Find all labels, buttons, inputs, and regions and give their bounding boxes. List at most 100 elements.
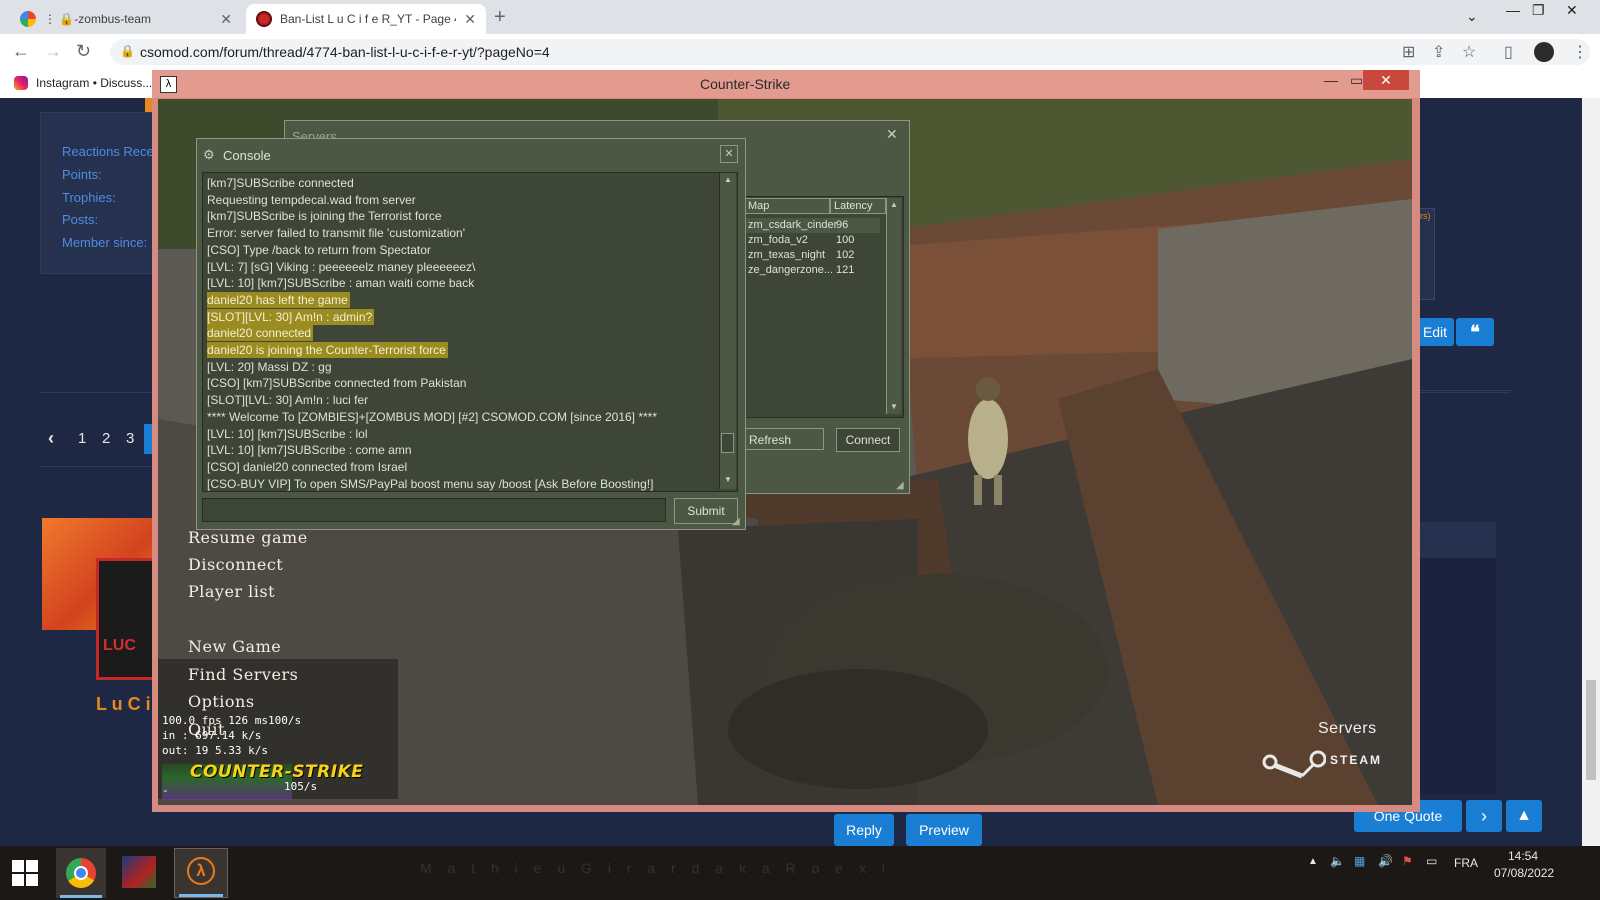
- scrollbar-thumb[interactable]: [1586, 680, 1596, 780]
- server-latency[interactable]: 100: [836, 234, 854, 246]
- server-list-scrollbar[interactable]: ▲ ▼: [886, 198, 901, 414]
- cs-maximize-icon[interactable]: ▭: [1350, 72, 1363, 89]
- scroll-up-icon[interactable]: ▲: [724, 175, 732, 184]
- edit-button[interactable]: Edit: [1416, 318, 1454, 346]
- console-line: **** Welcome To [ZOMBIES]+[ZOMBUS MOD] […: [207, 409, 658, 424]
- refresh-button[interactable]: Refresh: [742, 428, 824, 450]
- cs-close-icon[interactable]: ✕: [1363, 70, 1409, 90]
- menu-find-servers[interactable]: Find Servers: [188, 665, 298, 684]
- scroll-up-icon[interactable]: ▲: [890, 200, 898, 209]
- console-line: [CSO] [km7]SUBScribe connected from Paki…: [207, 376, 467, 391]
- col-latency-header[interactable]: Latency: [830, 198, 886, 214]
- server-map[interactable]: ze_dangerzone...: [748, 264, 833, 276]
- tab-title: Ban-List L u C i f e R_YT - Page 4: [280, 12, 457, 26]
- translate-icon[interactable]: ⊞: [1402, 42, 1415, 62]
- share-icon[interactable]: ⇪: [1432, 42, 1445, 62]
- scroll-down-icon[interactable]: ▼: [890, 402, 898, 411]
- avatar[interactable]: LUC: [96, 558, 156, 680]
- cs-minimize-icon[interactable]: —: [1324, 72, 1338, 88]
- username[interactable]: L u C i: [96, 694, 151, 715]
- close-window-icon[interactable]: ✕: [1566, 2, 1578, 19]
- server-latency[interactable]: 121: [836, 264, 854, 276]
- preview-button[interactable]: Preview: [906, 814, 982, 846]
- profile-avatar[interactable]: [1534, 42, 1554, 62]
- console-line: [LVL: 7] [sG] Viking : peeeeeelz maney p…: [207, 259, 476, 274]
- lock-icon[interactable]: 🔒: [120, 44, 135, 58]
- console-line: [SLOT][LVL: 30] Am!n : admin?: [207, 308, 375, 325]
- menu-options[interactable]: Options: [188, 692, 255, 711]
- language-indicator[interactable]: FRA: [1454, 856, 1478, 870]
- posts-label[interactable]: Posts:: [62, 212, 98, 227]
- bookmark-star-icon[interactable]: ☆: [1462, 42, 1476, 62]
- instagram-icon: [14, 76, 28, 90]
- tray-chevron-icon[interactable]: ▲: [1308, 856, 1318, 867]
- site-favicon-icon: [256, 11, 272, 27]
- minimize-icon[interactable]: —: [1506, 2, 1520, 18]
- scroll-top-icon[interactable]: ▲: [1506, 800, 1542, 832]
- connect-button[interactable]: Connect: [836, 428, 900, 452]
- netgraph-fps: 100.0 fps 126 ms100/s: [162, 714, 302, 727]
- clock-date[interactable]: 07/08/2022: [1494, 866, 1554, 880]
- console-input[interactable]: [202, 498, 666, 522]
- server-latency[interactable]: 96: [836, 219, 848, 231]
- restore-icon[interactable]: ❐: [1532, 2, 1545, 19]
- display-icon[interactable]: ▭: [1426, 854, 1437, 868]
- tab-search-chevron-icon[interactable]: ⌄: [1466, 8, 1478, 25]
- reload-icon[interactable]: ↻: [76, 41, 91, 62]
- scroll-down-icon[interactable]: ▼: [724, 475, 732, 484]
- next-arrow-icon[interactable]: ›: [1466, 800, 1502, 832]
- network-app-icon[interactable]: ▦: [1354, 854, 1365, 868]
- steam-logo-icon: [1262, 750, 1327, 780]
- servers-close-icon[interactable]: ✕: [886, 126, 898, 143]
- forward-icon[interactable]: →: [44, 41, 62, 62]
- server-map[interactable]: zm_foda_v2: [748, 234, 808, 246]
- server-latency[interactable]: 102: [836, 249, 854, 261]
- volume-icon[interactable]: 🔊: [1378, 854, 1393, 868]
- console-line: Requesting tempdecal.wad from server: [207, 192, 416, 207]
- prev-page-icon[interactable]: ‹: [48, 428, 54, 449]
- close-tab-icon[interactable]: ✕: [220, 11, 232, 28]
- server-map[interactable]: zm_texas_night: [748, 249, 825, 261]
- flag-icon[interactable]: ⚑: [1402, 854, 1413, 868]
- console-close-icon[interactable]: ✕: [720, 145, 738, 163]
- server-map[interactable]: zm_csdark_cinder: [748, 219, 837, 231]
- menu-disconnect[interactable]: Disconnect: [188, 555, 283, 574]
- chrome-icon: [66, 858, 96, 888]
- console-scrollbar[interactable]: ▲ ▼: [719, 173, 736, 489]
- resize-grip-icon[interactable]: ◢: [896, 480, 904, 491]
- console-scroll-thumb[interactable]: [721, 433, 734, 453]
- reply-button[interactable]: Reply: [834, 814, 894, 846]
- back-icon[interactable]: ←: [12, 41, 30, 62]
- tab-ban-list[interactable]: Ban-List L u C i f e R_YT - Page 4 ✕: [246, 4, 486, 34]
- bookmark-instagram[interactable]: Instagram • Discuss...: [14, 76, 152, 90]
- pes-game-icon[interactable]: [122, 856, 156, 888]
- page-3[interactable]: 3: [126, 430, 134, 447]
- trophies-label[interactable]: Trophies:: [62, 190, 116, 205]
- page-2[interactable]: 2: [102, 430, 110, 447]
- windows-start-icon[interactable]: [12, 860, 38, 886]
- reactions-label[interactable]: Reactions Receiv: [62, 144, 163, 159]
- url-text[interactable]: csomod.com/forum/thread/4774-ban-list-l-…: [140, 44, 550, 60]
- console-resize-grip-icon[interactable]: ◢: [732, 516, 740, 527]
- points-label[interactable]: Points:: [62, 167, 102, 182]
- console-output[interactable]: [km7]SUBScribe connected Requesting tempd…: [202, 172, 738, 492]
- new-tab-icon[interactable]: +: [494, 6, 506, 29]
- submit-button[interactable]: Submit: [674, 498, 738, 524]
- member-since-label[interactable]: Member since:: [62, 235, 147, 250]
- tab-zombus-team[interactable]: ⋮ 🔒-zombus-team ✕: [10, 4, 242, 34]
- servers-label[interactable]: Servers: [1318, 720, 1377, 738]
- netgraph-out: out: 19 5.33 k/s: [162, 744, 268, 757]
- side-panel-icon[interactable]: ▯: [1504, 42, 1513, 62]
- menu-new-game[interactable]: New Game: [188, 637, 281, 656]
- close-tab-icon[interactable]: ✕: [464, 11, 476, 28]
- quote-icon[interactable]: ❝: [1456, 318, 1494, 346]
- page-1[interactable]: 1: [78, 430, 86, 447]
- menu-resume-game[interactable]: Resume game: [188, 528, 308, 547]
- taskbar-chrome[interactable]: [56, 848, 106, 898]
- clock-time[interactable]: 14:54: [1508, 849, 1538, 863]
- col-map-header[interactable]: Map: [744, 198, 830, 214]
- menu-player-list[interactable]: Player list: [188, 582, 275, 601]
- taskbar-half-life[interactable]: λ: [174, 848, 228, 898]
- kebab-menu-icon[interactable]: ⋮: [1572, 42, 1588, 62]
- speaker-muted-icon[interactable]: 🔈: [1330, 854, 1345, 868]
